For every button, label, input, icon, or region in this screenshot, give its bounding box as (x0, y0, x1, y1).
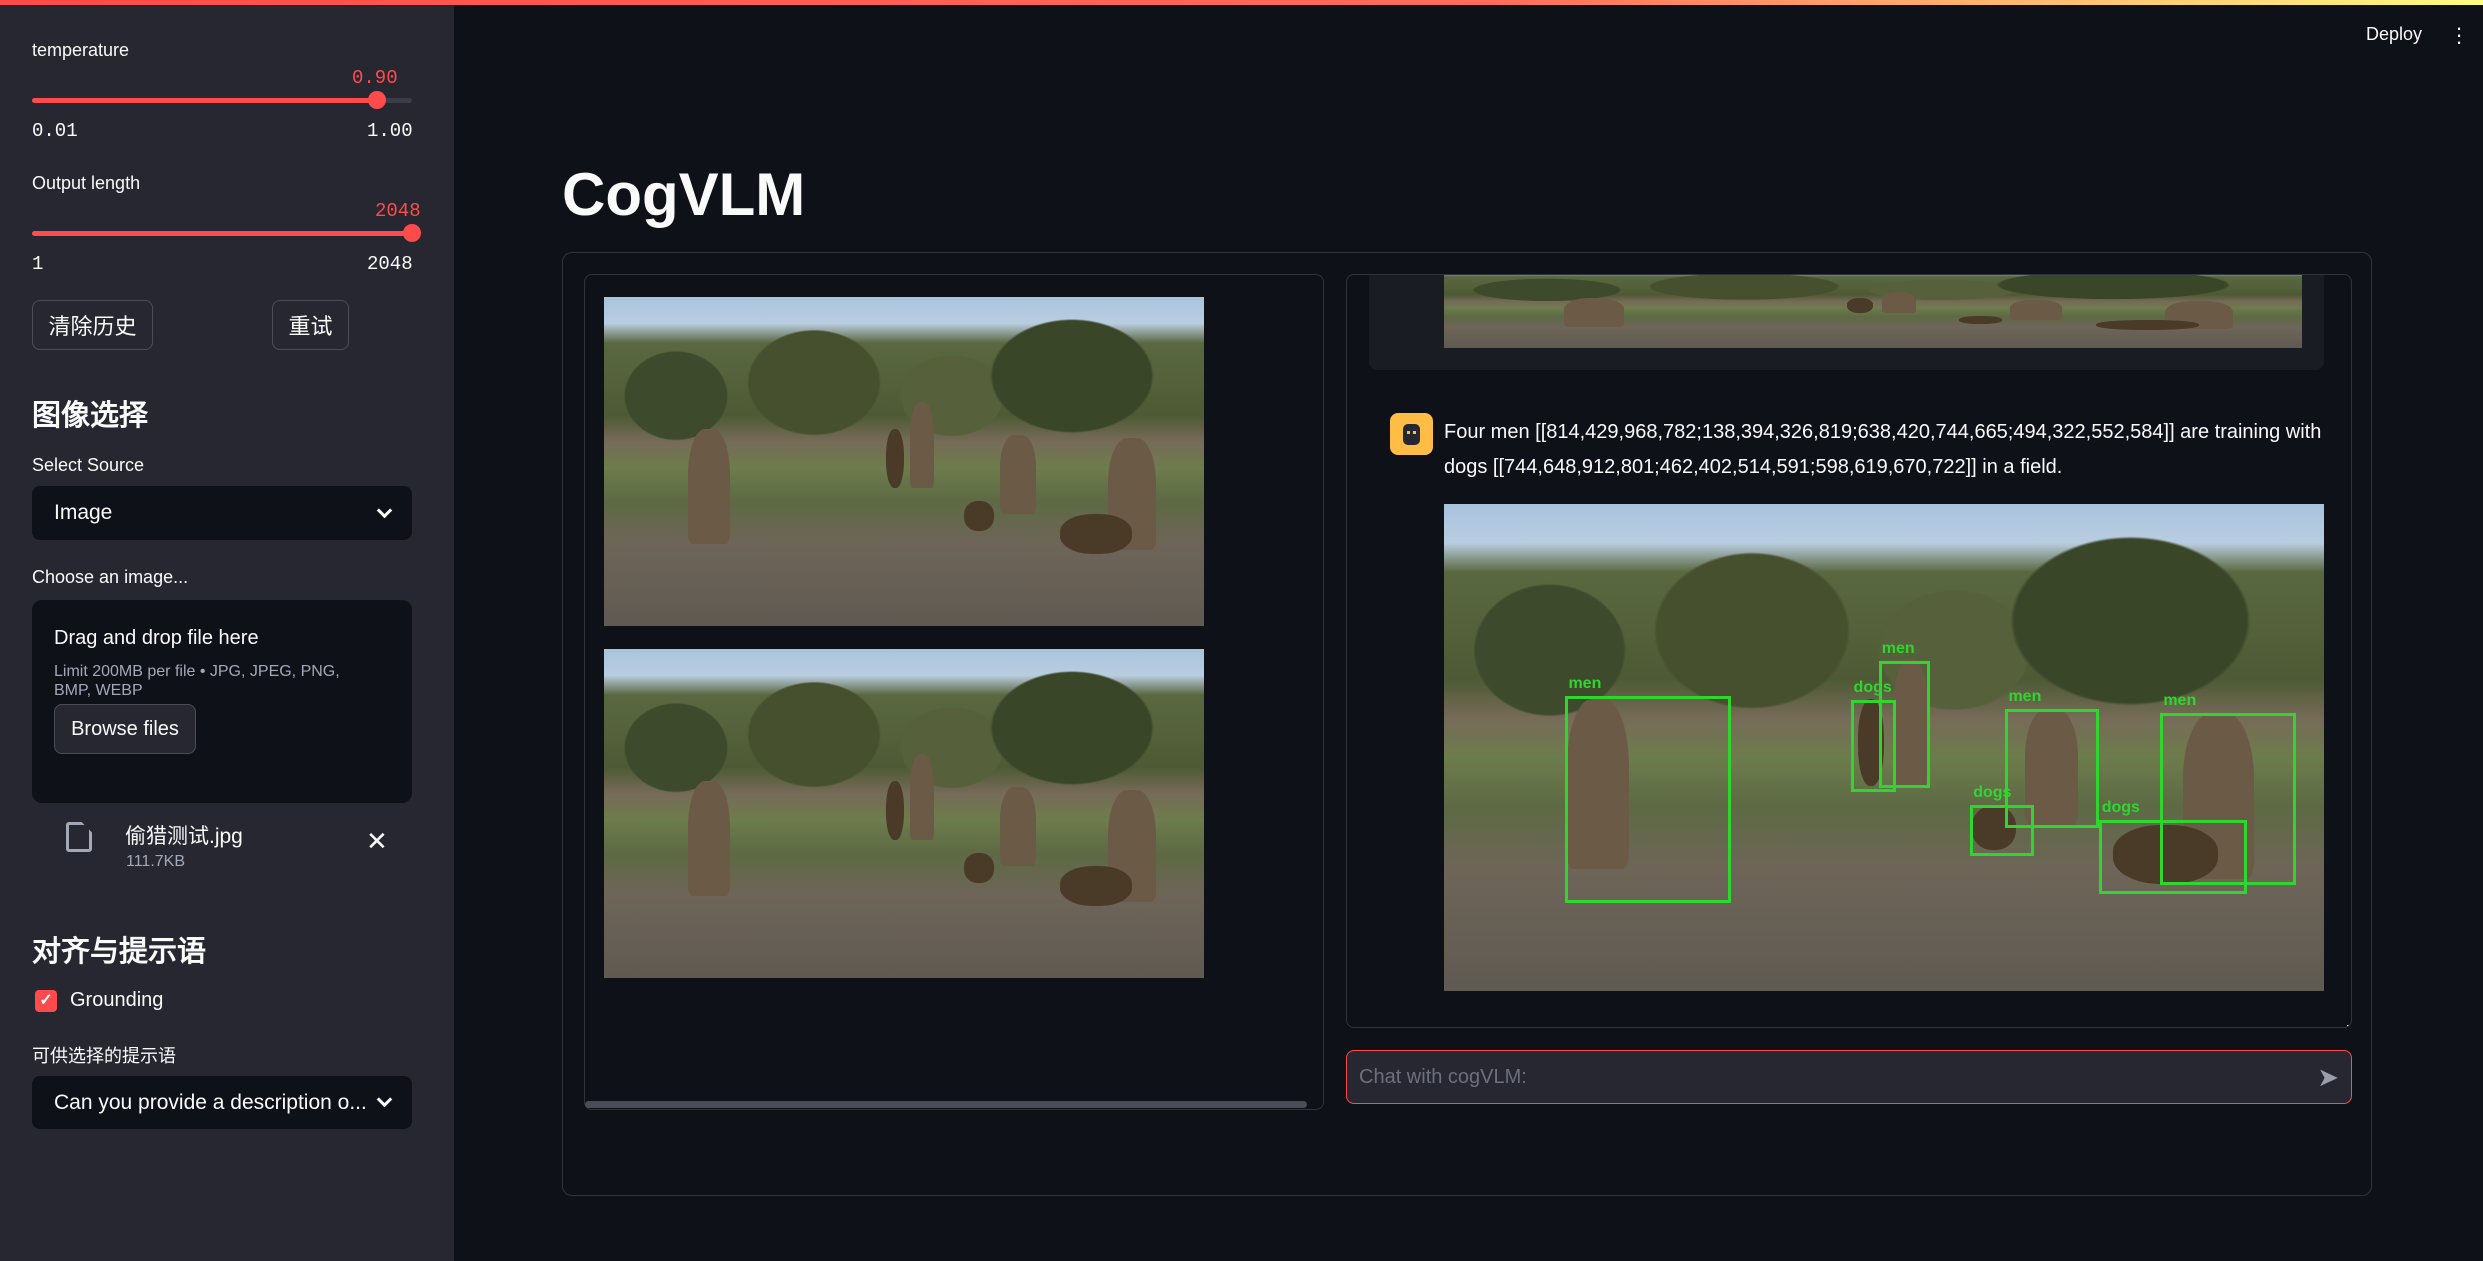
bounding-box-label: dogs (1973, 784, 2012, 802)
dog-figure (964, 852, 994, 883)
assistant-message-text: Four men [[814,429,968,782;138,394,326,8… (1444, 421, 2322, 478)
dog-figure (2096, 319, 2200, 330)
output-length-slider[interactable] (32, 224, 421, 242)
select-source-dropdown[interactable]: Image (32, 486, 412, 540)
prompt-select-value: Can you provide a description o... (54, 1090, 367, 1114)
top-decoration-bar (0, 0, 2483, 5)
uploaded-file-size: 111.7KB (126, 853, 186, 870)
dog-figure (1060, 866, 1132, 906)
dropzone-title: Drag and drop file here (54, 627, 259, 649)
grounding-checkbox[interactable]: ✓ (35, 990, 57, 1012)
image-gallery-panel (584, 274, 1324, 1110)
temperature-slider[interactable] (32, 91, 412, 109)
prompt-select-dropdown[interactable]: Can you provide a description o... (32, 1076, 412, 1129)
file-dropzone[interactable]: Drag and drop file here Limit 200MB per … (32, 600, 412, 803)
dog-figure (886, 428, 904, 488)
grounding-result-image: men men men men dogs dogs dogs (1444, 504, 2324, 991)
page-title: CogVLM (562, 161, 806, 228)
clear-history-button[interactable]: 清除历史 (32, 300, 153, 350)
person-figure (910, 402, 934, 488)
person-figure (688, 780, 730, 896)
bounding-box-label: men (2008, 687, 2042, 705)
retry-button[interactable]: 重试 (272, 300, 349, 350)
grounding-label: Grounding (70, 989, 164, 1011)
dog-figure (1060, 514, 1132, 554)
output-length-max: 2048 (367, 253, 413, 275)
uploader-label: Choose an image... (32, 567, 189, 587)
image-section-heading: 图像选择 (32, 400, 149, 432)
output-length-value: 2048 (375, 200, 421, 222)
bounding-box-label: dogs (2101, 798, 2140, 816)
temperature-min: 0.01 (32, 120, 78, 142)
output-length-slider-thumb[interactable] (403, 224, 421, 242)
file-icon (66, 822, 92, 852)
temperature-slider-fill (32, 98, 378, 103)
bounding-box-label: men (2163, 691, 2197, 709)
bounding-box-dogs: dogs (2098, 799, 2247, 895)
send-icon[interactable]: ➤ (2317, 1062, 2339, 1093)
person-figure (910, 754, 934, 840)
browse-files-button[interactable]: Browse files (54, 704, 196, 754)
dog-figure (964, 500, 994, 531)
dog-figure (1958, 316, 2002, 324)
remove-file-close-icon[interactable]: ✕ (366, 828, 388, 854)
vertical-dots-icon[interactable]: · · · (2455, 17, 2463, 53)
person-figure (1000, 435, 1036, 515)
bounding-box-label: dogs (1853, 678, 1892, 696)
prompt-select-label: 可供选择的提示语 (32, 1046, 176, 1066)
output-length-slider-fill (32, 231, 412, 236)
output-length-label: Output length (32, 173, 141, 193)
dropzone-limit: Limit 200MB per file • JPG, JPEG, PNG, B… (54, 663, 340, 699)
output-length-min: 1 (32, 253, 44, 275)
bounding-box-dogs: dogs (1850, 679, 1897, 792)
bounding-box-label: men (1568, 674, 1602, 692)
uploaded-image-copy (604, 649, 1204, 978)
person-figure (1564, 298, 1625, 328)
person-figure (2010, 299, 2062, 320)
chevron-down-icon (376, 502, 393, 518)
deploy-button[interactable]: Deploy (2366, 24, 2422, 45)
temperature-slider-thumb[interactable] (368, 91, 387, 109)
previous-user-message (1369, 275, 2324, 370)
horizontal-scrollbar[interactable] (585, 1101, 1307, 1108)
select-source-label: Select Source (32, 455, 145, 475)
uploaded-file-name: 偷猎测试.jpg (125, 825, 243, 848)
person-figure (1000, 787, 1036, 867)
chat-input-placeholder: Chat with cogVLM: (1359, 1065, 1527, 1088)
previous-message-image (1444, 275, 2302, 348)
prompt-section-heading: 对齐与提示语 (32, 936, 207, 968)
select-source-value: Image (54, 501, 113, 524)
bounding-box-men: men (1565, 675, 1731, 903)
person-figure (688, 428, 730, 544)
temperature-label: temperature (32, 40, 130, 60)
chat-input[interactable]: Chat with cogVLM: ➤ (1346, 1050, 2352, 1104)
person-figure (1881, 291, 1916, 314)
assistant-avatar-robot-icon (1390, 413, 1433, 455)
sidebar: temperature 0.90 0.01 1.00 Output length… (0, 0, 454, 1261)
uploaded-image (604, 297, 1204, 626)
temperature-value: 0.90 (352, 67, 398, 89)
dog-figure (1847, 298, 1873, 314)
chevron-down-icon (376, 1091, 393, 1108)
bounding-box-dogs: dogs (1970, 784, 2034, 856)
dog-figure (886, 780, 904, 840)
chat-history-panel[interactable]: Four men [[814,429,968,782;138,394,326,8… (1346, 274, 2352, 1028)
temperature-max: 1.00 (367, 120, 413, 142)
bounding-box-label: men (1881, 639, 1915, 657)
